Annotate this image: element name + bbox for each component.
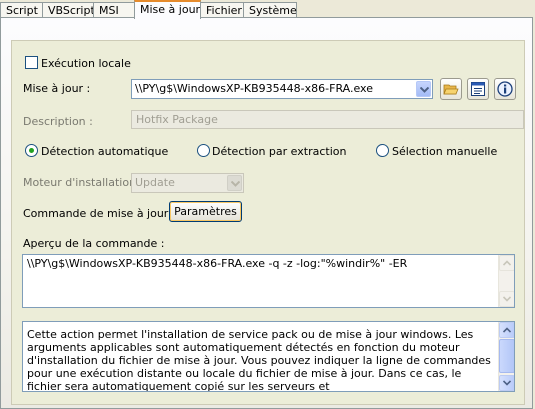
info-icon [497,81,513,97]
preview-label: Aperçu de la commande : [23,237,165,250]
help-textarea[interactable]: Cette action permet l'installation de se… [22,321,515,392]
radio-detection-auto[interactable] [25,144,38,157]
help-text: Cette action permet l'installation de se… [27,328,491,392]
update-file-value: \\PY\g$\WindowsXP-KB935448-x86-FRA.exe [135,82,373,95]
tab-vbscript[interactable]: VBScript [42,2,95,18]
description-label: Description : [23,115,93,128]
preview-scroll-up-button[interactable] [499,255,514,271]
properties-button[interactable] [467,78,489,100]
preview-scroll-down-button[interactable] [499,291,514,307]
local-exec-label: Exécution locale [41,57,131,70]
help-scroll-thumb[interactable] [499,339,514,373]
scroll-down-icon [503,380,511,386]
tab-mise-a-jour[interactable]: Mise à jour [134,0,201,19]
description-field[interactable]: Hotfix Package [131,110,524,129]
update-file-combo[interactable]: \\PY\g$\WindowsXP-KB935448-x86-FRA.exe [131,79,433,99]
update-file-dropdown-button[interactable] [416,81,431,97]
tab-fichier[interactable]: Fichier [200,2,244,18]
chevron-down-icon [231,181,240,187]
tab-systeme[interactable]: Système [243,2,297,18]
window-properties-icon [471,82,485,96]
help-scroll-down-button[interactable] [499,375,514,391]
folder-open-icon [443,84,459,95]
chevron-down-icon [420,87,429,93]
engine-combo[interactable]: Update [131,173,244,193]
tab-script[interactable]: Script [0,2,43,18]
update-settings-group: Exécution locale Mise à jour : \\PY\g$\W… [11,40,525,405]
command-preview-textarea[interactable]: \\PY\g$\WindowsXP-KB935448-x86-FRA.exe -… [22,254,515,308]
command-label: Commande de mise à jour : [23,207,176,220]
browse-folder-button[interactable] [440,78,462,100]
local-exec-checkbox[interactable] [25,56,38,69]
engine-dropdown-button[interactable] [227,175,242,191]
info-button[interactable] [494,78,516,100]
radio-detection-extraction[interactable] [197,144,210,157]
engine-label: Moteur d'installation : [23,176,144,189]
tab-msi[interactable]: MSI [93,2,135,18]
update-label: Mise à jour : [23,82,91,95]
scroll-up-icon [503,327,511,333]
scroll-down-icon [503,296,511,302]
engine-value: Update [135,176,175,189]
preview-scrollbar[interactable] [498,255,514,307]
help-scrollbar[interactable] [498,322,514,391]
help-scroll-up-button[interactable] [499,322,514,338]
radio-detection-extraction-label: Détection par extraction [212,145,347,158]
radio-manual-selection[interactable] [376,144,389,157]
radio-detection-auto-label: Détection automatique [41,145,169,158]
tab-panel: Exécution locale Mise à jour : \\PY\g$\W… [0,17,533,409]
command-preview-text: \\PY\g$\WindowsXP-KB935448-x86-FRA.exe -… [27,257,408,270]
tab-strip: Script VBScript MSI Mise à jour Fichier … [0,0,535,19]
radio-manual-selection-label: Sélection manuelle [392,145,498,158]
scroll-up-icon [503,260,511,266]
parameters-button[interactable]: Paramètres [169,201,242,222]
